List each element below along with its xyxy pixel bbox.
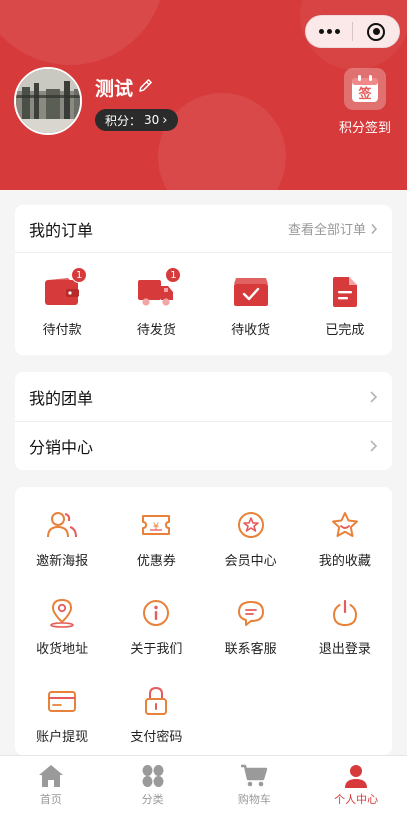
chevron-right-icon: ›	[162, 112, 168, 128]
order-badge: 1	[71, 267, 88, 283]
signin-label: 积分签到	[338, 121, 391, 136]
services-card: 邀新海报 ¥ 优惠券 会员中心 我的收藏 收货地址 关于我们 联系客服 退出登录…	[15, 487, 392, 755]
bank-card-icon	[46, 685, 78, 717]
order-status-label: 待收货	[231, 323, 271, 338]
invite-users-icon	[46, 509, 78, 541]
my-group-orders-item[interactable]: 我的团单	[15, 372, 392, 421]
tab-cart[interactable]: 购物车	[204, 756, 306, 815]
info-icon	[140, 597, 172, 629]
service-label: 收货地址	[36, 642, 89, 657]
orders-header: 我的订单 查看全部订单	[15, 205, 392, 253]
service-customer-support[interactable]: 联系客服	[204, 597, 298, 667]
points-badge[interactable]: 积分： 30 ›	[95, 109, 178, 131]
chevron-right-icon	[371, 223, 378, 234]
order-status-row: 1 待付款 1 待发货 待收货 已完成	[15, 253, 392, 338]
profile-header: 测试 积分： 30 › 签 积分签到	[0, 0, 407, 190]
tab-label: 个人中心	[334, 793, 379, 806]
menu-item-label: 分销中心	[29, 438, 94, 457]
tab-profile[interactable]: 个人中心	[305, 756, 407, 815]
service-about-us[interactable]: 关于我们	[109, 597, 203, 667]
avatar[interactable]	[14, 67, 82, 135]
user-profile-icon	[345, 765, 368, 788]
edit-pencil-icon[interactable]	[137, 77, 154, 99]
order-status-pending-receipt[interactable]: 待收货	[211, 275, 291, 338]
delivery-truck-icon: 1	[137, 267, 182, 309]
service-favorites[interactable]: 我的收藏	[298, 509, 392, 579]
location-pin-icon	[46, 597, 78, 629]
decorative-circle	[158, 93, 286, 190]
wallet-icon: 1	[43, 267, 88, 309]
home-icon	[38, 765, 63, 787]
menu-item-label: 我的团单	[29, 388, 94, 408]
lock-icon	[140, 685, 172, 717]
service-member-center[interactable]: 会员中心	[204, 509, 298, 579]
tab-label: 分类	[141, 793, 164, 806]
distribution-center-item[interactable]: 分销中心	[15, 421, 392, 470]
order-status-label: 已完成	[325, 323, 365, 338]
order-status-pending-shipment[interactable]: 1 待发货	[116, 267, 196, 338]
order-badge: 1	[165, 267, 182, 283]
service-label: 联系客服	[224, 642, 277, 657]
service-invite-poster[interactable]: 邀新海报	[15, 509, 109, 579]
completed-document-icon	[326, 275, 364, 309]
service-label: 会员中心	[224, 554, 277, 569]
order-status-label: 待发货	[136, 323, 176, 338]
decorative-circle	[0, 0, 165, 65]
orders-card: 我的订单 查看全部订单 1 待付款 1 待发货 待收货 已完成	[15, 205, 392, 355]
tab-home[interactable]: 首页	[0, 756, 102, 815]
view-all-orders-link[interactable]: 查看全部订单	[288, 219, 378, 238]
more-dots-icon[interactable]	[306, 15, 352, 48]
service-label: 优惠券	[136, 554, 176, 569]
username: 测试	[95, 74, 154, 101]
receive-box-icon	[232, 275, 270, 309]
service-label: 邀新海报	[36, 554, 89, 569]
points-signin-button[interactable]: 签 积分签到	[333, 68, 397, 136]
signin-calendar-icon: 签	[344, 68, 386, 110]
mini-program-capsule	[305, 15, 400, 48]
order-status-pending-payment[interactable]: 1 待付款	[22, 267, 102, 338]
view-all-orders-text: 查看全部订单	[287, 223, 366, 238]
service-label: 账户提现	[36, 730, 89, 745]
points-value: 30	[144, 113, 160, 127]
points-label: 积分：	[105, 113, 142, 128]
service-label: 我的收藏	[318, 554, 371, 569]
order-status-label: 待付款	[42, 323, 82, 338]
svg-text:¥: ¥	[153, 522, 159, 533]
power-icon	[329, 597, 361, 629]
tab-label: 首页	[39, 793, 62, 806]
service-label: 支付密码	[130, 730, 183, 745]
bottom-tab-bar: 首页 分类 购物车 个人中心	[0, 755, 407, 815]
category-grid-icon	[142, 765, 164, 787]
member-star-icon	[235, 509, 267, 541]
service-label: 退出登录	[318, 642, 371, 657]
target-close-icon[interactable]	[353, 15, 399, 48]
tab-category[interactable]: 分类	[102, 756, 204, 815]
shopping-cart-icon	[241, 764, 268, 787]
signin-icon-text: 签	[357, 86, 372, 102]
service-coupons[interactable]: ¥ 优惠券	[109, 509, 203, 579]
services-grid: 邀新海报 ¥ 优惠券 会员中心 我的收藏 收货地址 关于我们 联系客服 退出登录…	[15, 487, 392, 755]
coupon-ticket-icon: ¥	[140, 509, 172, 541]
service-account-withdraw[interactable]: 账户提现	[15, 685, 109, 755]
service-shipping-address[interactable]: 收货地址	[15, 597, 109, 667]
group-menu-card: 我的团单 分销中心	[15, 372, 392, 470]
tab-label: 购物车	[237, 793, 271, 806]
order-status-completed[interactable]: 已完成	[305, 275, 385, 338]
chevron-right-icon	[370, 390, 378, 403]
chevron-right-icon	[370, 440, 378, 452]
favorite-star-icon	[329, 509, 361, 541]
service-label: 关于我们	[130, 642, 183, 657]
service-logout[interactable]: 退出登录	[298, 597, 392, 667]
chat-bubble-icon	[235, 597, 267, 629]
orders-title: 我的订单	[29, 220, 94, 240]
username-text: 测试	[95, 78, 134, 100]
service-payment-password[interactable]: 支付密码	[109, 685, 203, 755]
